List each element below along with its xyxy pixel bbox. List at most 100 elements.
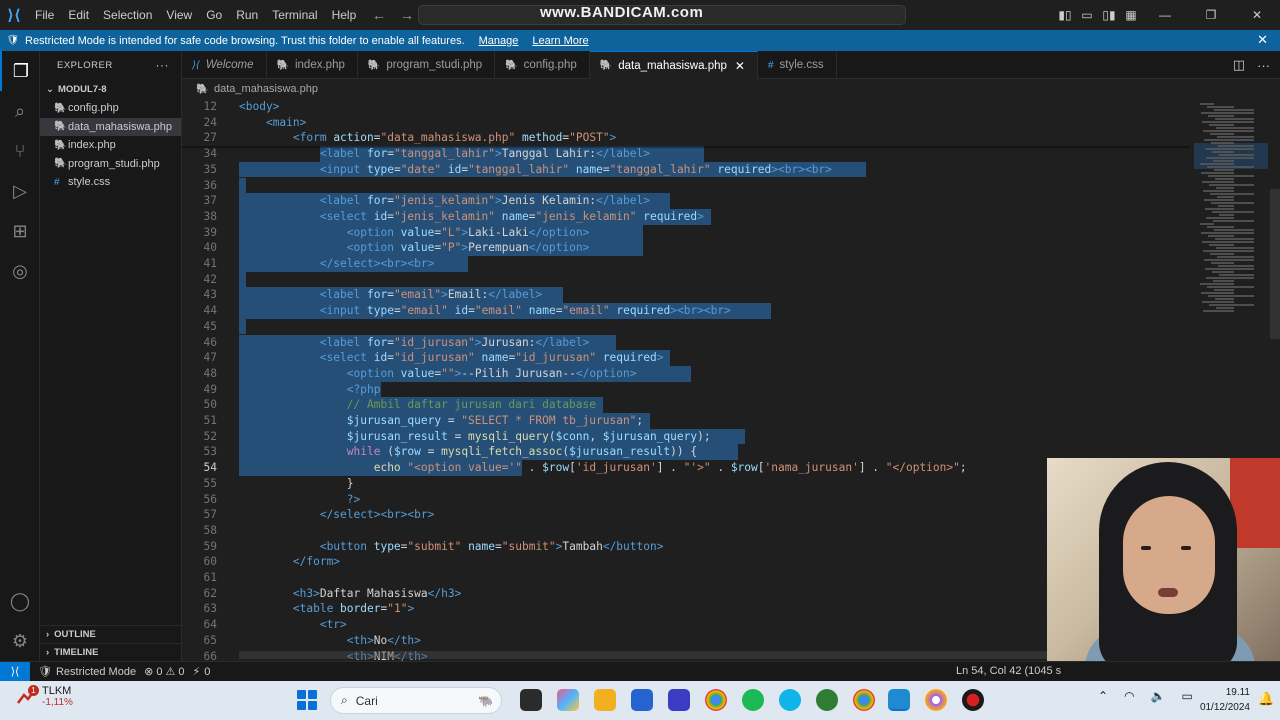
toggle-secondary-sidebar-icon[interactable]: ▯▮ xyxy=(1098,8,1120,22)
manage-link[interactable]: Manage xyxy=(479,35,519,47)
learn-more-link[interactable]: Learn More xyxy=(532,35,588,47)
forward-arrow-icon[interactable]: → xyxy=(400,7,414,23)
menu-item-edit[interactable]: Edit xyxy=(61,0,96,30)
code-token: required xyxy=(717,162,772,176)
minimap-line xyxy=(1202,181,1234,183)
line-number: 38 xyxy=(203,209,217,223)
minimize-button[interactable]: — xyxy=(1142,8,1188,22)
taskbar-search[interactable]: ⌕ Cari 🐃 xyxy=(330,687,502,714)
restricted-mode-status[interactable]: 🛡 Restricted Mode xyxy=(38,665,136,679)
vscode-taskbar-icon[interactable] xyxy=(888,689,910,711)
more-actions-icon[interactable]: ··· xyxy=(1257,58,1270,73)
minimap-line xyxy=(1204,139,1254,141)
minimap-line xyxy=(1209,304,1254,306)
menu-item-selection[interactable]: Selection xyxy=(96,0,159,30)
menu-item-file[interactable]: File xyxy=(28,0,61,30)
browser-icon[interactable] xyxy=(925,689,947,711)
start-button[interactable] xyxy=(297,690,317,710)
line-number: 12 xyxy=(203,100,217,113)
edge-icon[interactable] xyxy=(779,689,801,711)
edge-devtools-icon[interactable]: ◎ xyxy=(0,251,40,291)
settings-gear-icon[interactable]: ⚙ xyxy=(0,621,40,661)
bandicam-icon[interactable] xyxy=(962,689,984,711)
customize-layout-icon[interactable]: ▦ xyxy=(1120,8,1142,22)
spotify-icon[interactable] xyxy=(742,689,764,711)
workspace-folder[interactable]: ⌄ MODUL7-8 xyxy=(40,79,181,99)
file-item[interactable]: 🐘 data_mahasiswa.php xyxy=(40,117,181,136)
tab-data_mahasiswa-php[interactable]: 🐘 data_mahasiswa.php ✕ xyxy=(589,51,758,79)
explorer-icon[interactable]: ❐ xyxy=(0,51,40,91)
file-item[interactable]: 🐘 index.php xyxy=(40,136,181,155)
file-explorer-icon[interactable] xyxy=(594,689,616,711)
extensions-icon[interactable]: ⊞ xyxy=(0,211,40,251)
split-editor-icon[interactable]: ◫ xyxy=(1233,57,1245,73)
ports-status[interactable]: ⚡ 0 xyxy=(193,665,211,679)
store-icon[interactable] xyxy=(631,689,653,711)
file-item[interactable]: 🐘 program_studi.php xyxy=(40,155,181,174)
app-icon[interactable] xyxy=(668,689,690,711)
selection-highlight xyxy=(239,318,246,335)
tab-program_studi-php[interactable]: 🐘 program_studi.php xyxy=(358,51,496,79)
menu-item-go[interactable]: Go xyxy=(199,0,229,30)
back-arrow-icon[interactable]: ← xyxy=(372,7,386,23)
breadcrumb[interactable]: 🐘 data_mahasiswa.php xyxy=(182,79,1280,99)
file-name: data_mahasiswa.php xyxy=(68,120,172,133)
file-item[interactable]: 🐘 config.php xyxy=(40,99,181,118)
chevron-down-icon: ⌄ xyxy=(46,83,54,95)
volume-icon[interactable]: 🔈 xyxy=(1151,689,1166,703)
stock-widget[interactable]: 1 TLKM -1,11% xyxy=(16,684,73,708)
code-token: </option> xyxy=(528,241,590,255)
code-token: . xyxy=(710,461,731,475)
source-control-icon[interactable]: ⑂ xyxy=(0,131,40,171)
outline-section[interactable]: › OUTLINE xyxy=(40,625,182,643)
timeline-section[interactable]: › TIMELINE xyxy=(40,643,182,661)
vertical-scrollbar[interactable] xyxy=(1270,189,1280,339)
tab-welcome[interactable]: ⟩⟨ Welcome xyxy=(182,51,267,79)
file-name: style.css xyxy=(68,176,111,189)
minimap-line xyxy=(1216,127,1254,129)
close-window-button[interactable]: ✕ xyxy=(1234,8,1280,22)
menu-item-terminal[interactable]: Terminal xyxy=(265,0,324,30)
tab-style-css[interactable]: # style.css xyxy=(758,51,837,79)
search-icon[interactable]: ⌕ xyxy=(0,91,40,131)
wifi-icon[interactable]: ◠ xyxy=(1124,689,1134,703)
restore-button[interactable]: ❐ xyxy=(1188,8,1234,22)
file-item[interactable]: # style.css xyxy=(40,173,181,192)
code-token: [ xyxy=(757,461,765,475)
problems-status[interactable]: ⊗ 0 ⚠ 0 xyxy=(144,665,184,678)
chevron-up-icon[interactable]: ⌃ xyxy=(1098,689,1108,703)
menu-item-run[interactable]: Run xyxy=(229,0,265,30)
toggle-sidebar-icon[interactable]: ▮▯ xyxy=(1054,8,1076,22)
chrome-profile-icon[interactable] xyxy=(853,689,875,711)
notification-bell-icon[interactable]: 🔔 xyxy=(1258,691,1274,707)
code-token: = xyxy=(420,445,442,459)
clock[interactable]: 19.11 01/12/2024 xyxy=(1190,685,1250,715)
code-text: <option value="L">Laki-Laki</option> xyxy=(239,225,590,241)
chrome-icon[interactable] xyxy=(705,689,727,711)
menu-item-help[interactable]: Help xyxy=(325,0,364,30)
app-hs-icon[interactable] xyxy=(816,689,838,711)
minimap-line xyxy=(1206,157,1254,159)
toggle-panel-icon[interactable]: ▭ xyxy=(1076,8,1098,22)
task-view-icon[interactable] xyxy=(520,689,542,711)
run-debug-icon[interactable]: ▷ xyxy=(0,171,40,211)
tab-index-php[interactable]: 🐘 index.php xyxy=(267,51,358,79)
remote-indicator-icon[interactable]: ⟩⟨ xyxy=(0,661,30,682)
menu-item-view[interactable]: View xyxy=(159,0,199,30)
close-tab-icon[interactable]: ✕ xyxy=(735,59,745,73)
tab-config-php[interactable]: 🐘 config.php xyxy=(495,51,590,79)
php-file-icon: 🐘 xyxy=(196,83,209,95)
copilot-icon[interactable] xyxy=(557,689,579,711)
more-actions-icon[interactable]: ··· xyxy=(156,58,170,72)
minimap-line xyxy=(1215,118,1254,120)
minimap-line xyxy=(1209,184,1254,186)
code-token: Jenis Kelamin: xyxy=(501,194,597,208)
cursor-position[interactable]: Ln 54, Col 42 (1045 s xyxy=(956,665,1061,677)
code-token: <table xyxy=(292,602,341,616)
account-icon[interactable]: ◯ xyxy=(0,581,40,621)
clock-time: 19.11 xyxy=(1225,687,1250,698)
close-banner-icon[interactable]: ✕ xyxy=(1257,32,1268,48)
